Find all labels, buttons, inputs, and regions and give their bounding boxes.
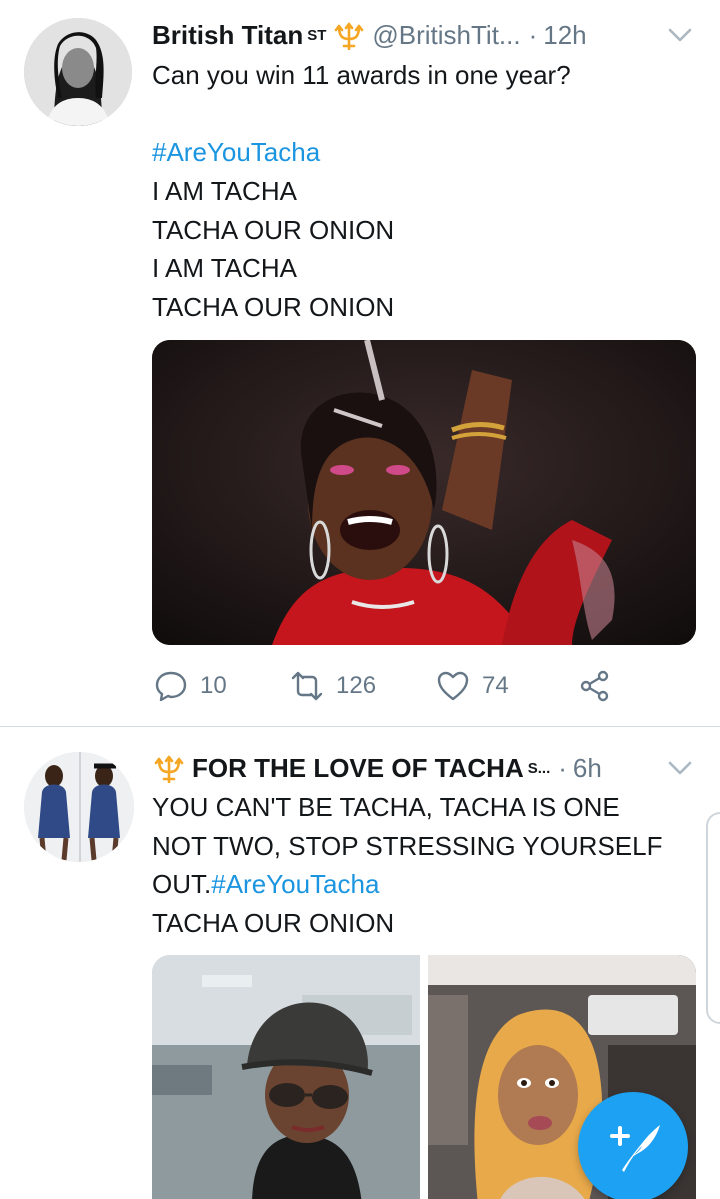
author-handle[interactable]: @BritishTit...: [372, 20, 520, 51]
tweet-photo[interactable]: [152, 340, 696, 645]
chevron-down-icon[interactable]: [664, 19, 696, 51]
compose-tweet-button[interactable]: [578, 1092, 688, 1199]
tweet-line: I AM TACHA: [152, 176, 297, 207]
trident-emoji-icon: [335, 22, 364, 50]
tweet-line: NOT TWO, STOP STRESSING YOURSELF: [152, 830, 663, 861]
tweet-text: YOU CAN'T BE TACHA, TACHA IS ONE NOT TWO…: [152, 788, 696, 943]
separator-dot: ·: [558, 752, 567, 783]
photo-content: [152, 955, 420, 1199]
trident-emoji-icon: [154, 755, 184, 783]
author-name[interactable]: British Titan: [152, 20, 303, 51]
side-panel-handle[interactable]: [706, 812, 720, 1024]
avatar[interactable]: [24, 18, 132, 126]
retweet-icon: [291, 671, 323, 701]
tweet-time[interactable]: 12h: [543, 20, 586, 51]
tweet-header: British Titan ST @BritishTit... · 12h: [152, 17, 696, 53]
author-name-suffix: ST: [307, 26, 327, 44]
tweet-actions: 10 126 74: [152, 660, 696, 712]
profile-photo: [24, 752, 134, 862]
share-icon: [580, 670, 609, 702]
reply-button[interactable]: 10: [154, 660, 227, 712]
separator-dot: ·: [528, 19, 538, 50]
tweet-line: I AM TACHA: [152, 253, 297, 284]
tweet-line-text: OUT.: [152, 869, 212, 900]
reply-icon: [155, 671, 187, 702]
tweet-line: TACHA OUR ONION: [152, 214, 395, 245]
tweet-text: Can you win 11 awards in one year? #AreY…: [152, 56, 696, 327]
like-button[interactable]: 74: [436, 660, 509, 712]
chevron-down-icon[interactable]: [664, 752, 696, 784]
tweet-photo[interactable]: [152, 955, 420, 1199]
photo-content: [152, 340, 696, 645]
author-name[interactable]: FOR THE LOVE OF TACHA: [192, 753, 524, 784]
tweet-line-with-hashtag: OUT.#AreYouTacha: [152, 865, 696, 904]
like-count: 74: [482, 672, 509, 699]
author-name-suffix: S...: [527, 759, 551, 777]
retweet-count: 126: [336, 672, 377, 699]
tweet-line: YOU CAN'T BE TACHA, TACHA IS ONE: [152, 792, 620, 822]
tweet-line: Can you win 11 awards in one year?: [152, 60, 571, 90]
tweet-header: FOR THE LOVE OF TACHA S... · 6h: [152, 750, 696, 786]
tweet[interactable]: British Titan ST @BritishTit... · 12h Ca…: [0, 0, 720, 726]
hashtag-link[interactable]: #AreYouTacha: [211, 869, 379, 899]
tweet-time[interactable]: 6h: [573, 753, 602, 784]
profile-photo: [24, 18, 132, 126]
tweet-line: TACHA OUR ONION: [152, 292, 395, 323]
avatar[interactable]: [24, 752, 134, 862]
tweet-line: TACHA OUR ONION: [152, 908, 395, 939]
share-button[interactable]: [578, 660, 612, 712]
hashtag-link[interactable]: #AreYouTacha: [152, 133, 696, 172]
heart-icon: [437, 671, 469, 701]
reply-count: 10: [200, 672, 227, 699]
compose-tweet-icon: [610, 1125, 660, 1172]
retweet-button[interactable]: 126: [290, 660, 376, 712]
